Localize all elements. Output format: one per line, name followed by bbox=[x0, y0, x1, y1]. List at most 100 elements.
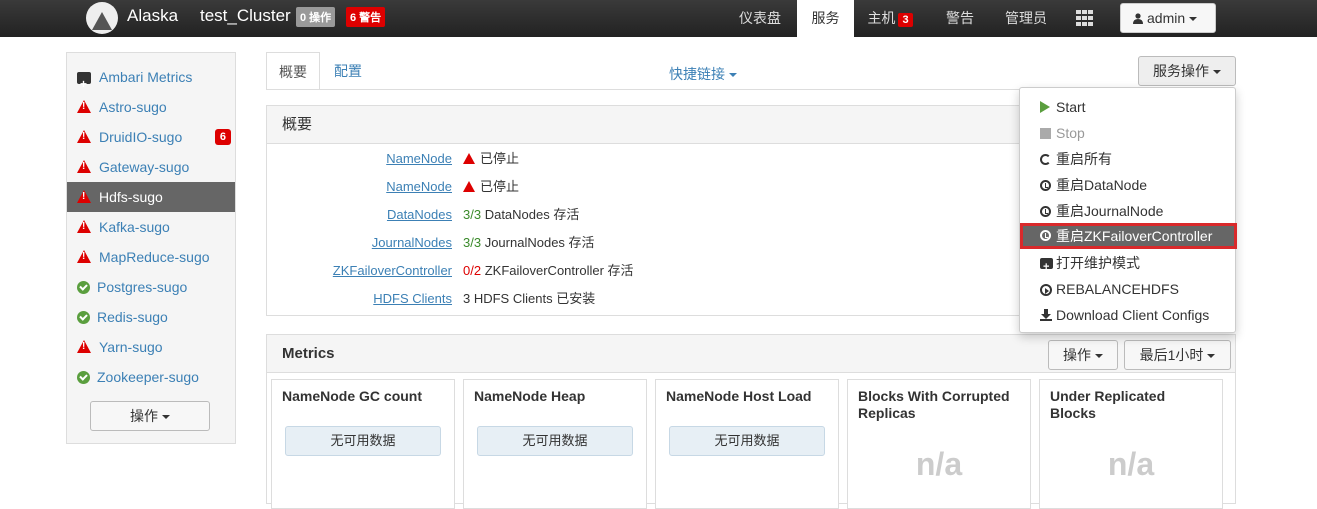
service-actions-button[interactable]: 服务操作 bbox=[1138, 56, 1236, 86]
menu-item-maintenance-mode[interactable]: 打开维护模式 bbox=[1020, 250, 1235, 280]
component-count: 3/3 bbox=[463, 207, 482, 222]
menu-item-restart-zkfc[interactable]: 重启ZKFailoverController bbox=[1020, 223, 1237, 249]
sidebar-item-label: MapReduce-sugo bbox=[99, 249, 210, 265]
warning-icon bbox=[77, 160, 91, 173]
metric-value: n/a bbox=[915, 446, 963, 482]
sidebar-item-zookeeper[interactable]: Zookeeper-sugo bbox=[67, 362, 235, 392]
tab-summary[interactable]: 概要 bbox=[266, 52, 320, 90]
warning-icon bbox=[77, 340, 91, 353]
sidebar-item-gateway[interactable]: Gateway-sugo bbox=[67, 152, 235, 182]
summary-row: HDFS Clients 3 HDFS Clients 已安装 bbox=[267, 285, 967, 313]
menu-item-label: 重启DataNode bbox=[1056, 177, 1148, 193]
metric-card[interactable]: Under Replicated Blocks n/a bbox=[1039, 379, 1223, 509]
sidebar-item-astro[interactable]: Astro-sugo bbox=[67, 92, 235, 122]
metrics-actions-button[interactable]: 操作 bbox=[1048, 340, 1118, 370]
sidebar-item-hdfs[interactable]: Hdfs-sugo bbox=[67, 182, 235, 212]
refresh-icon bbox=[1040, 154, 1051, 165]
component-status: JournalNodes 存活 bbox=[484, 235, 595, 250]
component-status: ZKFailoverController 存活 bbox=[484, 263, 634, 278]
views-grid-icon[interactable] bbox=[1076, 10, 1094, 26]
menu-item-label: 重启ZKFailoverController bbox=[1056, 228, 1213, 244]
nav-admin[interactable]: 管理员 bbox=[994, 0, 1058, 37]
hosts-count-badge: 3 bbox=[898, 13, 913, 27]
menu-item-restart-datanode[interactable]: 重启DataNode bbox=[1020, 172, 1235, 198]
sidebar-actions-label: 操作 bbox=[130, 408, 158, 424]
metric-card[interactable]: NameNode GC count 无可用数据 bbox=[271, 379, 455, 509]
nav-hosts[interactable]: 主机 3 bbox=[858, 0, 922, 37]
cluster-name[interactable]: test_Cluster bbox=[200, 6, 291, 26]
warning-icon bbox=[77, 250, 91, 263]
user-icon bbox=[1133, 13, 1143, 24]
sidebar-item-label: Ambari Metrics bbox=[99, 69, 193, 85]
sidebar-item-redis[interactable]: Redis-sugo bbox=[67, 302, 235, 332]
operations-badge[interactable]: 0 操作 bbox=[296, 7, 336, 27]
component-link[interactable]: DataNodes bbox=[387, 201, 452, 229]
component-count: 0/2 bbox=[463, 263, 482, 278]
nav-dashboard[interactable]: 仪表盘 bbox=[726, 0, 794, 37]
metric-card[interactable]: Blocks With Corrupted Replicas n/a bbox=[847, 379, 1031, 509]
chevron-down-icon bbox=[729, 73, 737, 78]
tab-configs-label: 配置 bbox=[334, 63, 362, 79]
warning-icon bbox=[463, 181, 475, 192]
sidebar-item-druidio[interactable]: DruidIO-sugo 6 bbox=[67, 122, 235, 152]
component-link[interactable]: HDFS Clients bbox=[373, 285, 452, 313]
menu-item-label: Download Client Configs bbox=[1056, 307, 1210, 323]
sidebar-item-yarn[interactable]: Yarn-sugo bbox=[67, 332, 235, 362]
nav-alerts-label: 警告 bbox=[946, 10, 974, 26]
summary-row: NameNode 已停止 bbox=[267, 173, 967, 201]
nav-hosts-label: 主机 bbox=[867, 10, 896, 26]
menu-item-start[interactable]: Start bbox=[1020, 94, 1235, 120]
menu-item-label: 重启JournalNode bbox=[1056, 203, 1164, 219]
component-status: 已停止 bbox=[480, 179, 520, 194]
component-status: 已停止 bbox=[480, 151, 520, 166]
check-circle-icon bbox=[77, 281, 90, 294]
nav-services[interactable]: 服务 bbox=[797, 0, 854, 37]
ambari-logo-icon[interactable] bbox=[86, 2, 118, 34]
time-range-label: 最后1小时 bbox=[1139, 347, 1204, 363]
time-range-button[interactable]: 最后1小时 bbox=[1124, 340, 1231, 370]
alert-count-badge[interactable]: 6 bbox=[214, 129, 231, 145]
clock-icon bbox=[1040, 230, 1051, 241]
summary-row: DataNodes 3/3 DataNodes 存活 bbox=[267, 201, 967, 229]
no-data-message: 无可用数据 bbox=[285, 426, 441, 456]
menu-item-restart-journalnode[interactable]: 重启JournalNode bbox=[1020, 198, 1235, 224]
menu-item-label: Start bbox=[1056, 99, 1086, 115]
metric-card-title: NameNode GC count bbox=[282, 388, 423, 404]
menu-item-rebalance-hdfs[interactable]: REBALANCEHDFS bbox=[1020, 276, 1235, 302]
tab-summary-label: 概要 bbox=[279, 64, 307, 80]
component-link[interactable]: ZKFailoverController bbox=[333, 257, 452, 285]
stop-icon bbox=[1040, 128, 1051, 139]
sidebar-item-mapreduce[interactable]: MapReduce-sugo bbox=[67, 242, 235, 272]
sidebar-item-label: Gateway-sugo bbox=[99, 159, 190, 175]
tab-configs[interactable]: 配置 bbox=[322, 52, 374, 90]
user-menu-button[interactable]: admin bbox=[1120, 3, 1216, 33]
quick-links-dropdown[interactable]: 快捷链接 bbox=[669, 64, 737, 84]
metric-card[interactable]: NameNode Heap 无可用数据 bbox=[463, 379, 647, 509]
menu-item-download-configs[interactable]: Download Client Configs bbox=[1020, 302, 1235, 328]
metric-card[interactable]: NameNode Host Load 无可用数据 bbox=[655, 379, 839, 509]
sidebar-item-ambari-metrics[interactable]: Ambari Metrics bbox=[67, 62, 235, 99]
nav-dashboard-label: 仪表盘 bbox=[739, 10, 781, 26]
sidebar-item-label: Zookeeper-sugo bbox=[97, 369, 199, 385]
brand-name[interactable]: Alaska bbox=[127, 6, 178, 26]
component-link[interactable]: JournalNodes bbox=[372, 229, 452, 257]
sidebar-actions-button[interactable]: 操作 bbox=[90, 401, 210, 431]
menu-item-restart-all[interactable]: 重启所有 bbox=[1020, 146, 1235, 172]
menu-item-label: REBALANCEHDFS bbox=[1056, 281, 1179, 297]
download-icon bbox=[1040, 309, 1052, 321]
summary-row: ZKFailoverController 0/2 ZKFailoverContr… bbox=[267, 257, 967, 285]
nav-admin-label: 管理员 bbox=[1005, 10, 1047, 26]
component-link[interactable]: NameNode bbox=[386, 173, 452, 201]
chevron-down-icon bbox=[162, 415, 170, 420]
component-count: 3/3 bbox=[463, 235, 482, 250]
menu-item-stop[interactable]: Stop bbox=[1020, 120, 1235, 146]
sidebar-item-kafka[interactable]: Kafka-sugo bbox=[67, 212, 235, 242]
warning-icon bbox=[463, 153, 475, 164]
sidebar-item-postgres[interactable]: Postgres-sugo bbox=[67, 272, 235, 302]
alerts-badge[interactable]: 6 警告 bbox=[346, 7, 386, 27]
menu-item-label: 重启所有 bbox=[1056, 151, 1112, 167]
check-circle-icon bbox=[77, 311, 90, 324]
component-link[interactable]: NameNode bbox=[386, 145, 452, 173]
nav-alerts[interactable]: 警告 bbox=[934, 0, 986, 37]
menu-item-label: 打开维护模式 bbox=[1056, 255, 1140, 271]
